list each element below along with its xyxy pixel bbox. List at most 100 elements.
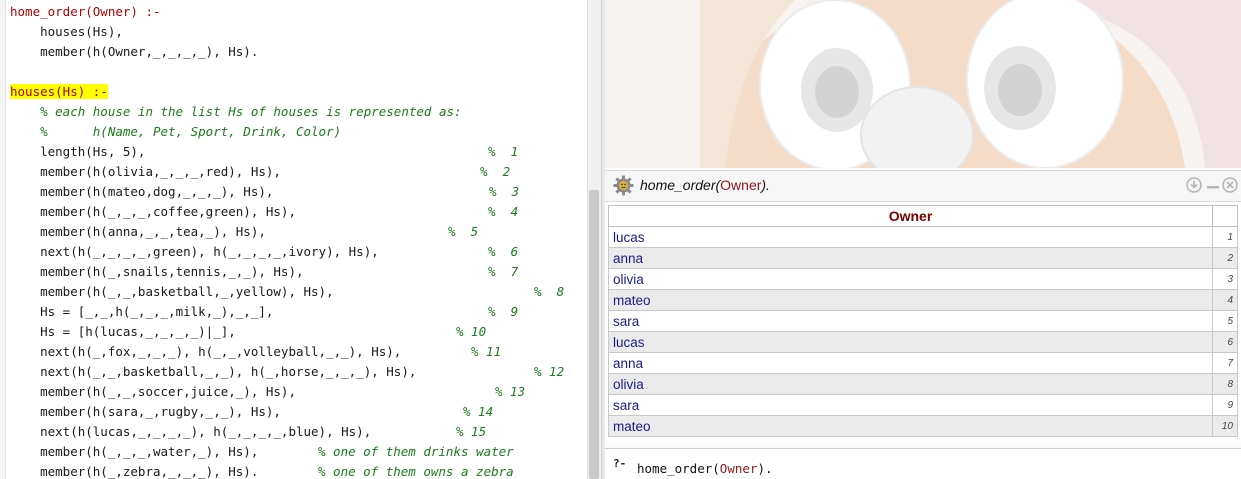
- code-comment: % 9: [488, 304, 519, 319]
- query-input-arg: Owner: [719, 461, 758, 476]
- code-text: % h(Name, Pet, Sport, Drink, Color): [10, 124, 342, 139]
- results-table: Owner lucas 1 anna 2 olivia 3 mateo 4 sara 5 lucas…: [608, 205, 1238, 437]
- code-text: member(h(sara,_,rugby,_,_), Hs),: [10, 404, 281, 419]
- code-text: member(h(mateo,dog,_,_,_), Hs),: [10, 184, 274, 199]
- table-row[interactable]: anna 7: [608, 352, 1238, 374]
- code-line[interactable]: member(h(Owner,_,_,_,_), Hs).: [10, 42, 462, 62]
- code-line[interactable]: member(h(_,zebra,_,_,_), Hs). % one of th…: [10, 462, 514, 479]
- code-comment: % one of them drinks water: [318, 444, 514, 459]
- code-text: member(h(_,_,_,coffee,green), Hs),: [10, 204, 296, 219]
- row-index: 6: [1212, 331, 1238, 353]
- download-icon[interactable]: [1186, 177, 1202, 193]
- table-row[interactable]: sara 5: [608, 310, 1238, 332]
- table-row[interactable]: anna 2: [608, 247, 1238, 269]
- row-index: 4: [1212, 289, 1238, 311]
- code-comment: % 14: [463, 404, 494, 419]
- code-text: next(h(_,fox,_,_,_), h(_,_,volleyball,_,…: [10, 344, 402, 359]
- code-comment: % 13: [495, 384, 526, 399]
- minimize-icon[interactable]: [1205, 177, 1221, 193]
- code-comment: % 10: [456, 324, 487, 339]
- code-line[interactable]: member(h(mateo,dog,_,_,_), Hs), % 3: [10, 182, 519, 202]
- code-line[interactable]: member(h(olivia,_,_,_,red), Hs), % 2: [10, 162, 510, 182]
- code-comment: % 3: [489, 184, 520, 199]
- owner-cell: anna: [608, 352, 1213, 374]
- code-comment: % one of them owns a zebra: [318, 464, 514, 479]
- code-line[interactable]: member(h(_,_,_,coffee,green), Hs), % 4: [10, 202, 518, 222]
- code-text: next(h(_,_,basketball,_,_), h(_,horse,_,…: [10, 364, 417, 379]
- code-text: next(h(_,_,_,_,green), h(_,_,_,_,ivory),…: [10, 244, 379, 259]
- editor-scrollbar-thumb[interactable]: [589, 190, 599, 479]
- code-text: member(h(_,_,_,water,_), Hs),: [10, 444, 259, 459]
- owner-cell: sara: [608, 310, 1213, 332]
- owner-cell: mateo: [608, 415, 1213, 437]
- mascot-background-image: [605, 0, 1241, 168]
- code-line[interactable]: % each house in the list Hs of houses is…: [10, 102, 461, 122]
- code-line[interactable]: home_order(Owner) :-: [10, 2, 462, 22]
- row-index: 2: [1212, 247, 1238, 269]
- owner-cell: sara: [608, 394, 1213, 416]
- table-row[interactable]: olivia 3: [608, 268, 1238, 290]
- code-line[interactable]: % h(Name, Pet, Sport, Drink, Color): [10, 122, 462, 142]
- code-line[interactable]: member(h(sara,_,rugby,_,_), Hs), % 14: [10, 402, 493, 422]
- code-text: member(h(olivia,_,_,_,red), Hs),: [10, 164, 281, 179]
- code-text: member(h(_,_,basketball,_,yellow), Hs),: [10, 284, 334, 299]
- row-index: 5: [1212, 310, 1238, 332]
- code-text: member(h(Owner,_,_,_,_), Hs).: [10, 44, 259, 59]
- table-row[interactable]: olivia 8: [608, 373, 1238, 395]
- code-comment: % 8: [534, 284, 565, 299]
- table-row[interactable]: lucas 6: [608, 331, 1238, 353]
- code-line[interactable]: Hs = [h(lucas,_,_,_,_)|_], % 10: [10, 322, 486, 342]
- code-text: next(h(lucas,_,_,_,_), h(_,_,_,_,blue), …: [10, 424, 372, 439]
- code-line[interactable]: next(h(_,fox,_,_,_), h(_,_,volleyball,_,…: [10, 342, 501, 362]
- owner-cell: lucas: [608, 331, 1213, 353]
- line-gutter: [0, 0, 6, 479]
- row-index: 3: [1212, 268, 1238, 290]
- code-line[interactable]: Hs = [_,_,h(_,_,_,milk,_),_,_], % 9: [10, 302, 518, 322]
- query-title-fn: home_order(: [640, 177, 721, 193]
- code-comment: % 4: [488, 204, 519, 219]
- code-line[interactable]: member(h(anna,_,_,tea,_), Hs), % 5: [10, 222, 478, 242]
- code-line[interactable]: length(Hs, 5), % 1: [10, 142, 518, 162]
- owner-cell: mateo: [608, 289, 1213, 311]
- results-pane: home_order(Owner). Owner lucas 1 anna 2 oliv…: [605, 0, 1241, 479]
- code-editor[interactable]: home_order(Owner) :- houses(Hs), member(…: [0, 0, 587, 479]
- code-line[interactable]: houses(Hs) :-: [10, 82, 462, 102]
- code-line[interactable]: member(h(_,_,basketball,_,yellow), Hs),%…: [10, 282, 564, 302]
- results-body: lucas 1 anna 2 olivia 3 mateo 4 sara 5 lucas 6 anna 7…: [608, 226, 1238, 437]
- code-comment: % 1: [488, 144, 519, 159]
- query-input-field[interactable]: home_order(Owner).: [637, 461, 773, 476]
- query-title-arg: Owner: [720, 177, 762, 193]
- code-line[interactable]: [10, 62, 462, 82]
- close-icon[interactable]: [1222, 177, 1238, 193]
- code-line[interactable]: next(h(lucas,_,_,_,_), h(_,_,_,_,blue), …: [10, 422, 486, 442]
- code-line[interactable]: next(h(_,_,basketball,_,_), h(_,horse,_,…: [10, 362, 564, 382]
- row-index: 7: [1212, 352, 1238, 374]
- table-row[interactable]: lucas 1: [608, 226, 1238, 248]
- query-input-area[interactable]: ?- home_order(Owner).: [605, 448, 1241, 479]
- code-text: member(h(_,zebra,_,_,_), Hs).: [10, 464, 259, 479]
- table-row[interactable]: mateo 4: [608, 289, 1238, 311]
- code-area[interactable]: home_order(Owner) :- houses(Hs), member(…: [10, 2, 564, 479]
- table-row[interactable]: sara 9: [608, 394, 1238, 416]
- code-line[interactable]: houses(Hs),: [10, 22, 462, 42]
- code-comment: % 6: [488, 244, 519, 259]
- code-comment: % 2: [480, 164, 511, 179]
- row-index: 1: [1212, 226, 1238, 248]
- query-input-fn: home_order(: [637, 461, 720, 476]
- code-text: Hs = [_,_,h(_,_,_,milk,_),_,_],: [10, 304, 274, 319]
- code-comment: % 12: [534, 364, 565, 379]
- owner-cell: olivia: [608, 373, 1213, 395]
- code-comment: % 7: [488, 264, 519, 279]
- code-line[interactable]: next(h(_,_,_,_,green), h(_,_,_,_,ivory),…: [10, 242, 518, 262]
- query-input-end: ).: [757, 461, 773, 476]
- row-index: 8: [1212, 373, 1238, 395]
- column-header-owner[interactable]: Owner: [608, 205, 1213, 227]
- row-index: 9: [1212, 394, 1238, 416]
- code-line[interactable]: member(h(_,_,soccer,juice,_), Hs), % 13: [10, 382, 525, 402]
- table-row[interactable]: mateo 10: [608, 415, 1238, 437]
- query-panel-header: home_order(Owner).: [605, 171, 1241, 202]
- code-line[interactable]: member(h(_,_,_,water,_), Hs), % one of th…: [10, 442, 514, 462]
- gear-icon[interactable]: [613, 175, 634, 196]
- code-line[interactable]: member(h(_,snails,tennis,_,_), Hs), % 7: [10, 262, 518, 282]
- code-text: houses(Hs),: [10, 24, 123, 39]
